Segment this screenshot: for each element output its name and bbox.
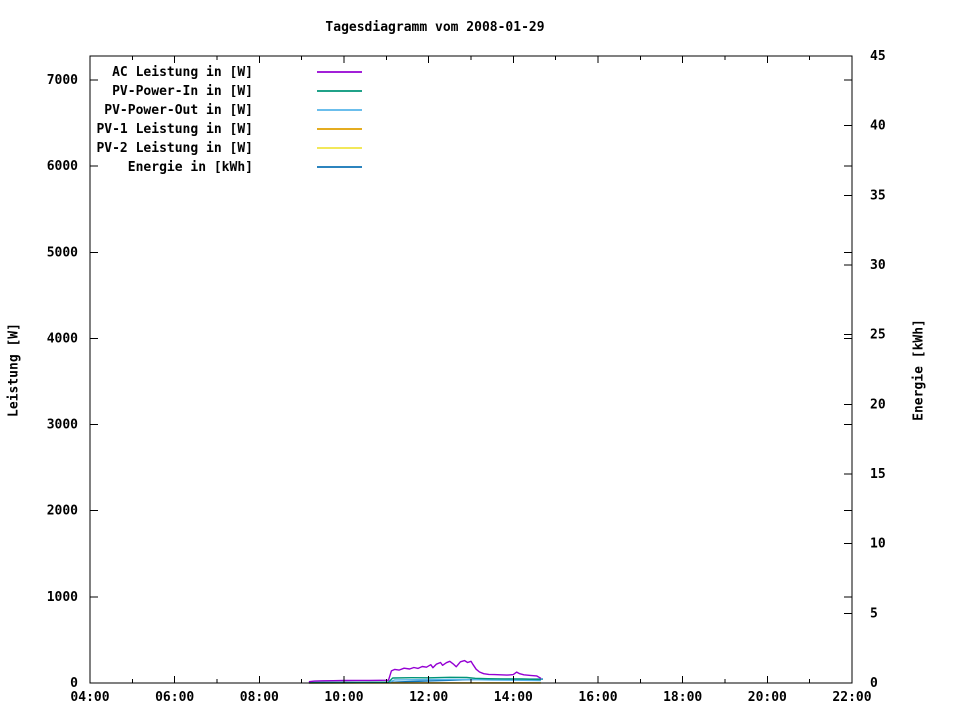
legend-label: Energie in [kWh] (128, 160, 253, 175)
x-tick-label: 10:00 (324, 690, 363, 705)
chart-title: Tagesdiagramm vom 2008-01-29 (325, 20, 545, 35)
y-left-tick-label: 3000 (47, 418, 78, 433)
y-right-tick-label: 40 (870, 119, 886, 134)
y-left-tick-label: 7000 (47, 73, 78, 88)
legend-label: PV-Power-Out in [W] (104, 103, 253, 118)
x-tick-label: 16:00 (578, 690, 617, 705)
legend-label: PV-Power-In in [W] (112, 84, 253, 99)
y-right-tick-label: 25 (870, 328, 886, 343)
x-tick-label: 08:00 (240, 690, 279, 705)
chart-page: Tagesdiagramm vom 2008-01-29 Leistung [W… (0, 0, 960, 720)
y-right-tick-label: 45 (870, 49, 886, 64)
y-left-tick-label: 4000 (47, 331, 78, 346)
legend-label: PV-2 Leistung in [W] (96, 141, 253, 156)
y-right-tick-label: 10 (870, 537, 886, 552)
y-left-tick-label: 0 (70, 676, 78, 691)
chart-canvas: 04:00 06:00 08:00 10:00 12:00 14:00 16:00 18:00… (47, 49, 886, 705)
legend-label: PV-1 Leistung in [W] (96, 122, 253, 137)
x-tick-label: 06:00 (155, 690, 194, 705)
x-tick-label: 20:00 (748, 690, 787, 705)
y-right-tick-label: 5 (870, 606, 878, 621)
x-tick-label: 14:00 (494, 690, 533, 705)
y-left-tick-label: 2000 (47, 504, 78, 519)
y-left-tick-label: 5000 (47, 245, 78, 260)
x-tick-label: 12:00 (409, 690, 448, 705)
x-tick-label: 22:00 (832, 690, 871, 705)
x-tick-label: 04:00 (70, 690, 109, 705)
y-left-axis-label: Leistung [W] (6, 323, 22, 417)
y-right-axis-label: Energie [kWh] (911, 319, 927, 421)
y-left-tick-label: 6000 (47, 159, 78, 174)
y-right-tick-label: 30 (870, 258, 886, 273)
x-tick-label: 18:00 (663, 690, 702, 705)
y-right-tick-label: 20 (870, 397, 886, 412)
y-right-tick-label: 35 (870, 188, 886, 203)
y-right-tick-label: 15 (870, 467, 886, 482)
y-left-tick-label: 1000 (47, 590, 78, 605)
legend-label: AC Leistung in [W] (112, 65, 253, 80)
y-right-tick-label: 0 (870, 676, 878, 691)
